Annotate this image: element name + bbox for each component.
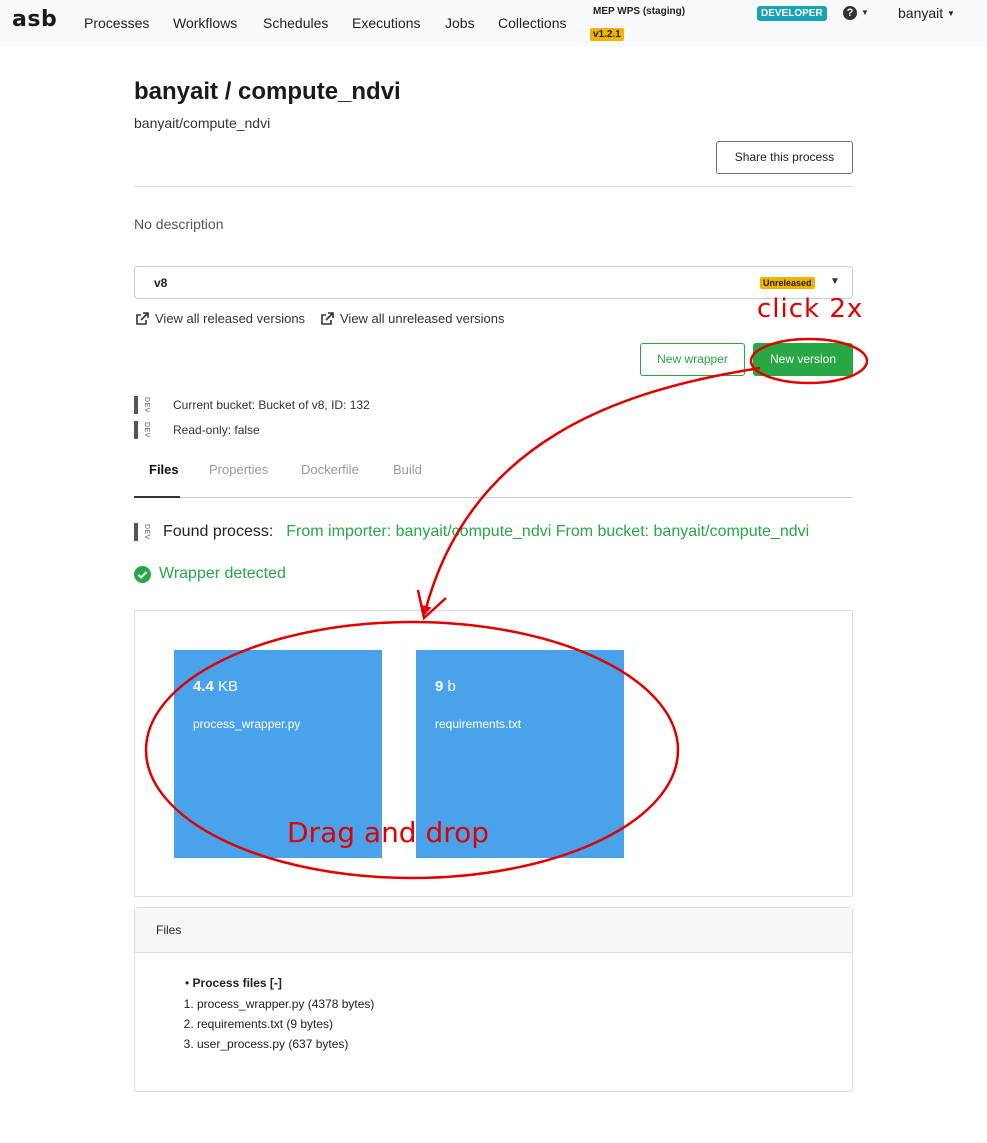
- drag-arrow: [421, 366, 761, 616]
- dev-readonly-line: DEV Read-only: false: [134, 421, 260, 439]
- file-size: 9 b: [435, 678, 456, 695]
- divider: [134, 186, 853, 187]
- file-size: 4.4 KB: [193, 678, 239, 695]
- question-circle-icon[interactable]: ?: [843, 6, 857, 20]
- dev-tag: DEV: [143, 524, 150, 540]
- current-bucket-text: Current bucket: Bucket of v8, ID: 132: [173, 398, 370, 412]
- found-process-label: Found process:: [163, 523, 274, 540]
- role-badge: DEVELOPER: [757, 6, 827, 21]
- external-link-icon: [136, 311, 149, 325]
- found-process-line: DEV Found process: From importer: banyai…: [134, 523, 809, 541]
- found-process-value: From importer: banyait/compute_ndvi From…: [286, 523, 810, 540]
- wrapper-detected-label: Wrapper detected: [159, 565, 286, 582]
- tab-properties[interactable]: Properties: [209, 462, 268, 477]
- nav-processes[interactable]: Processes: [84, 15, 149, 31]
- active-tab-indicator: [134, 496, 180, 498]
- tabs-border: [134, 497, 853, 498]
- dev-bar: [134, 421, 138, 439]
- unreleased-badge: Unreleased: [760, 277, 815, 289]
- tab-dockerfile[interactable]: Dockerfile: [301, 462, 359, 477]
- new-version-button[interactable]: New version: [753, 343, 853, 376]
- tab-build[interactable]: Build: [393, 462, 422, 477]
- dev-bar: [134, 396, 138, 414]
- page-subtitle: banyait/compute_ndvi: [134, 115, 271, 131]
- dev-tag: DEV: [143, 397, 150, 413]
- nav-jobs[interactable]: Jobs: [445, 15, 475, 31]
- file-tree: • Process files [-] process_wrapper.py (…: [185, 976, 374, 1054]
- file-list-item[interactable]: requirements.txt (9 bytes): [197, 1014, 374, 1034]
- file-list-item[interactable]: user_process.py (637 bytes): [197, 1034, 374, 1054]
- environment-name: MEP WPS (staging): [593, 6, 686, 17]
- app-version-badge: v1.2.1: [590, 28, 624, 41]
- help-caret-icon[interactable]: ▼: [861, 8, 869, 17]
- top-navbar: asb Processes Workflows Schedules Execut…: [0, 0, 987, 46]
- process-description: No description: [134, 216, 224, 232]
- drag-annotation: Drag and drop: [287, 816, 490, 849]
- file-name: requirements.txt: [435, 717, 522, 731]
- version-select[interactable]: v8 Unreleased ▼: [134, 266, 853, 299]
- version-selected-value: v8: [154, 276, 168, 290]
- read-only-text: Read-only: false: [173, 423, 260, 437]
- process-files-group[interactable]: • Process files [-]: [185, 976, 374, 990]
- click-annotation: click 2x: [757, 294, 864, 324]
- file-list-item[interactable]: process_wrapper.py (4378 bytes): [197, 994, 374, 1014]
- dev-bucket-line: DEV Current bucket: Bucket of v8, ID: 13…: [134, 396, 370, 414]
- released-versions-link[interactable]: View all released versions: [135, 311, 305, 326]
- files-card-header: Files: [135, 908, 852, 953]
- released-versions-label: View all released versions: [155, 311, 306, 326]
- page-title: banyait / compute_ndvi: [134, 78, 401, 105]
- unreleased-versions-label: View all unreleased versions: [340, 311, 505, 326]
- nav-schedules[interactable]: Schedules: [263, 15, 328, 31]
- nav-workflows[interactable]: Workflows: [173, 15, 237, 31]
- dropdown-arrow-icon: ▼: [830, 276, 840, 287]
- unreleased-versions-link[interactable]: View all unreleased versions: [320, 311, 505, 326]
- nav-collections[interactable]: Collections: [498, 15, 566, 31]
- user-name: banyait: [898, 5, 944, 21]
- new-wrapper-button[interactable]: New wrapper: [640, 343, 745, 376]
- wrapper-detected-status: Wrapper detected: [134, 565, 286, 583]
- file-name: process_wrapper.py: [193, 717, 301, 731]
- user-menu[interactable]: banyait ▼: [898, 5, 955, 21]
- check-circle-icon: [134, 565, 151, 583]
- share-process-button[interactable]: Share this process: [716, 141, 853, 174]
- dev-bar: [134, 523, 138, 541]
- nav-executions[interactable]: Executions: [352, 15, 420, 31]
- process-files-group-label: Process files [-]: [192, 976, 282, 990]
- files-card: Files • Process files [-] process_wrappe…: [134, 907, 853, 1092]
- external-link-icon: [321, 311, 334, 325]
- dev-tag: DEV: [143, 422, 150, 438]
- user-caret-icon: ▼: [947, 9, 955, 18]
- brand-logo[interactable]: asb: [12, 7, 57, 32]
- tab-files[interactable]: Files: [149, 462, 179, 477]
